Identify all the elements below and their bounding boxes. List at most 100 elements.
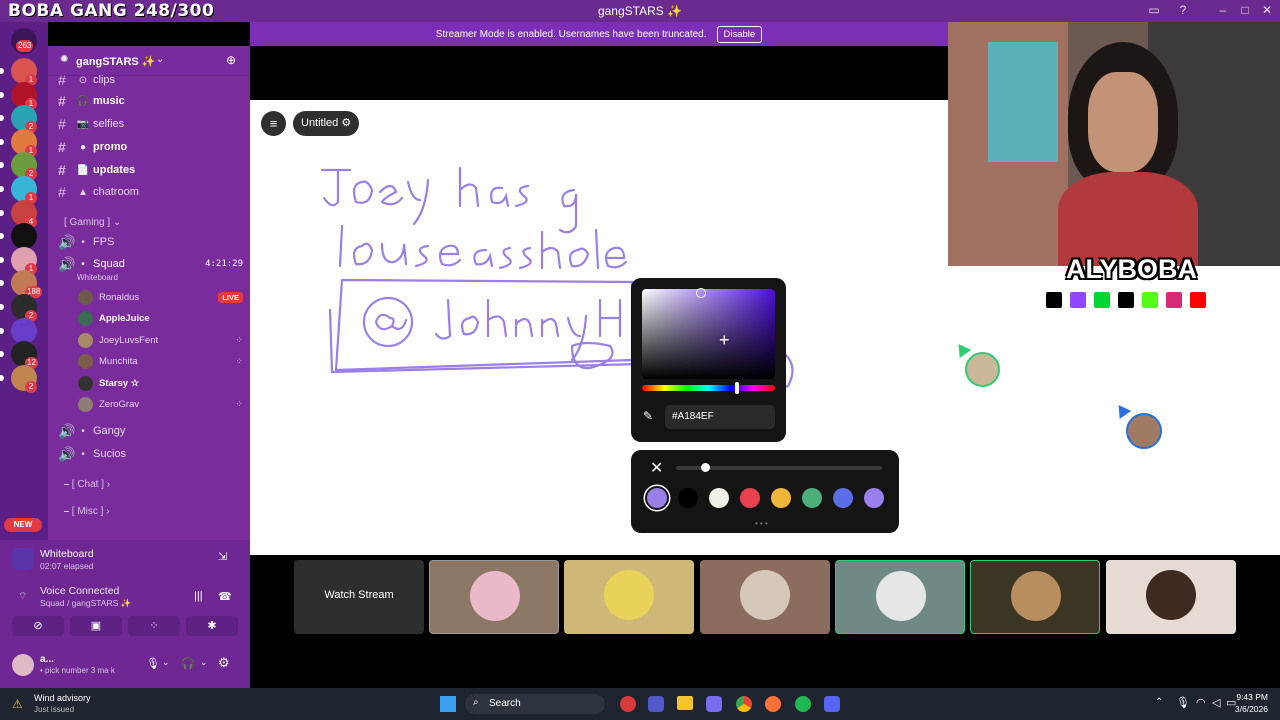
category-gaming[interactable]: [ Gaming ] ⌄ bbox=[64, 217, 121, 228]
channel-music[interactable]: # 🎧 music bbox=[58, 91, 125, 111]
voice-channel-sucios[interactable]: 🔊 • Sucios bbox=[58, 444, 243, 464]
hex-color-input[interactable]: #A184EF bbox=[665, 405, 775, 429]
spotify-icon[interactable] bbox=[795, 696, 811, 712]
audio-options-chevron-icon[interactable]: ⌄ bbox=[200, 657, 208, 668]
eyedropper-icon[interactable]: ✎ bbox=[643, 409, 653, 423]
leave-activity-icon[interactable]: ⇲ bbox=[218, 550, 227, 563]
unread-pip bbox=[0, 138, 4, 145]
voice-user-name: Starsy ☆ bbox=[99, 377, 140, 389]
noise-suppression-icon[interactable]: ||| bbox=[194, 590, 203, 602]
copilot-icon[interactable] bbox=[706, 696, 722, 712]
close-button[interactable]: ✕ bbox=[1258, 3, 1276, 19]
add-member-icon[interactable]: ⊕ bbox=[226, 53, 236, 67]
minimize-button[interactable]: – bbox=[1214, 3, 1232, 19]
mic-tray-icon[interactable]: 🎙 bbox=[1176, 696, 1190, 709]
channel-promo[interactable]: # ● promo bbox=[58, 137, 127, 157]
start-icon[interactable] bbox=[440, 696, 456, 712]
color-swatch[interactable] bbox=[709, 488, 729, 508]
volume-icon[interactable]: ◁ bbox=[1212, 696, 1220, 709]
unread-pip bbox=[0, 280, 4, 287]
clock-date[interactable]: 3/6/2026 bbox=[1232, 704, 1268, 714]
category-misc-label: [ Misc ] bbox=[71, 506, 104, 517]
maximize-button[interactable]: □ bbox=[1236, 3, 1254, 19]
voice-user[interactable]: ZeroGrav ⁘ bbox=[78, 394, 243, 414]
board-title-button[interactable]: Untitled ⚙ bbox=[293, 111, 360, 136]
wifi-icon[interactable]: ◠ bbox=[1196, 696, 1206, 709]
activities-button[interactable]: ⁘ bbox=[128, 616, 180, 636]
color-swatch[interactable] bbox=[647, 488, 667, 508]
channel-emoji-icon: 📄 bbox=[76, 164, 90, 176]
discord-icon[interactable] bbox=[824, 696, 840, 712]
voice-user[interactable]: Ronaldus LIVE bbox=[78, 287, 243, 307]
camera-off-button[interactable]: ⊘ bbox=[12, 616, 64, 636]
help-icon[interactable]: ? bbox=[1174, 3, 1192, 19]
voice-channel-gangy[interactable]: 🔊 • Gangy bbox=[58, 421, 243, 441]
avatar[interactable] bbox=[12, 654, 34, 676]
hue-slider[interactable] bbox=[642, 385, 775, 391]
voice-connected-label[interactable]: Voice Connected bbox=[40, 585, 119, 597]
search-icon: ⌕ bbox=[473, 697, 479, 708]
stroke-size-handle[interactable] bbox=[701, 463, 710, 472]
pen-palette-panel: ✕ • • • bbox=[631, 450, 899, 533]
taskbar-search[interactable]: Search bbox=[465, 694, 605, 714]
chrome-icon[interactable] bbox=[736, 696, 752, 712]
clock-time[interactable]: 9:43 PM bbox=[1236, 692, 1268, 702]
screen-share-button[interactable]: ▣ bbox=[70, 616, 122, 636]
avatar bbox=[78, 310, 93, 326]
channel-chatroom[interactable]: # ▲ chatroom bbox=[58, 182, 139, 202]
channel-clips[interactable]: # ⊙ clips bbox=[58, 70, 115, 90]
color-swatch[interactable] bbox=[802, 488, 822, 508]
channel-updates[interactable]: # 📄 updates bbox=[58, 160, 135, 180]
hue-slider-handle[interactable] bbox=[735, 382, 739, 394]
participant-tile[interactable] bbox=[700, 560, 830, 634]
category-misc[interactable]: ⎯ [ Misc ] › bbox=[64, 506, 110, 517]
avatar bbox=[78, 353, 93, 369]
participant-tile[interactable] bbox=[429, 560, 559, 634]
stage-top-bar bbox=[250, 46, 950, 100]
mic-options-chevron-icon[interactable]: ⌄ bbox=[162, 657, 170, 668]
participant-tile[interactable] bbox=[835, 560, 965, 634]
server-icon[interactable] bbox=[11, 223, 37, 250]
menu-hamburger-icon[interactable]: ≡ bbox=[261, 111, 286, 136]
inbox-icon[interactable]: ▭ bbox=[1145, 3, 1163, 19]
channel-emoji-icon: 🎧 bbox=[76, 95, 90, 107]
headphones-icon[interactable]: 🎧 bbox=[181, 657, 195, 670]
file-explorer-icon[interactable] bbox=[677, 696, 693, 710]
voice-user[interactable]: AppleJuice bbox=[78, 308, 243, 328]
color-swatch[interactable] bbox=[864, 488, 884, 508]
activity-grid-icon: ⁘ bbox=[235, 355, 243, 366]
microphone-icon[interactable]: 🎙 bbox=[146, 657, 160, 670]
color-swatch[interactable] bbox=[771, 488, 791, 508]
close-icon[interactable]: ✕ bbox=[650, 458, 663, 478]
disable-streamer-mode-button[interactable]: Disable bbox=[716, 25, 763, 43]
participant-tile[interactable] bbox=[564, 560, 694, 634]
server-icon[interactable] bbox=[11, 317, 37, 344]
soundboard-button[interactable]: ✱ bbox=[186, 616, 238, 636]
category-chat[interactable]: ⎯ [ Chat ] › bbox=[64, 479, 110, 490]
disconnect-icon[interactable]: ☎ bbox=[218, 590, 232, 603]
color-swatch[interactable] bbox=[678, 488, 698, 508]
voice-channel-name: Squad bbox=[93, 258, 125, 270]
voice-user[interactable]: Starsy ☆ bbox=[78, 373, 243, 393]
participant-tile[interactable] bbox=[970, 560, 1100, 634]
color-picker-handle[interactable] bbox=[696, 288, 706, 298]
tray-chevron-icon[interactable]: ⌃ bbox=[1155, 697, 1163, 708]
settings-gear-icon[interactable]: ⚙ bbox=[218, 655, 230, 671]
voice-user[interactable]: JoeyLuvsFent ⁘ bbox=[78, 330, 243, 350]
voice-user[interactable]: Munchita ⁘ bbox=[78, 351, 243, 371]
voice-channel-fps[interactable]: 🔊 • FPS bbox=[58, 232, 243, 252]
participant-tile[interactable] bbox=[1106, 560, 1236, 634]
color-swatch[interactable] bbox=[740, 488, 760, 508]
weather-title[interactable]: Wind advisory bbox=[34, 693, 91, 703]
teams-icon[interactable] bbox=[648, 696, 664, 712]
voice-channel-squad[interactable]: 🔊 • Squad 4:21:29 bbox=[58, 254, 243, 274]
color-swatch[interactable] bbox=[833, 488, 853, 508]
saturation-value-picker[interactable] bbox=[642, 289, 775, 379]
firefox-icon[interactable] bbox=[765, 696, 781, 712]
unread-pip bbox=[0, 162, 4, 169]
new-badge[interactable]: NEW bbox=[4, 518, 42, 532]
channel-selfies[interactable]: # 📷 selfies bbox=[58, 114, 124, 134]
taskbar-app-icon[interactable] bbox=[620, 696, 636, 712]
signal-icon[interactable]: ⌔ bbox=[18, 590, 27, 603]
watch-stream-tile[interactable]: Watch Stream bbox=[294, 560, 424, 634]
